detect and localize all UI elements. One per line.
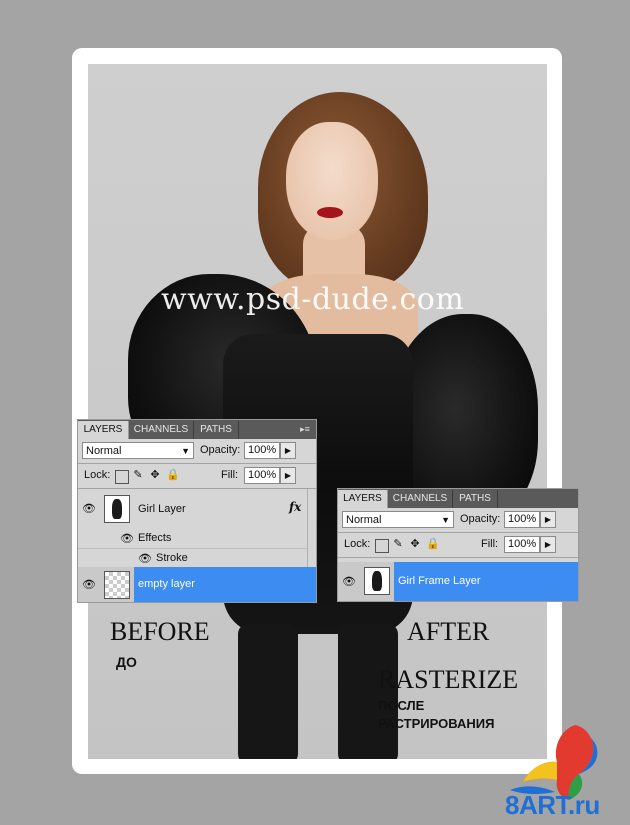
tab-channels[interactable]: CHANNELS — [129, 421, 194, 439]
divider — [338, 532, 578, 533]
layer-thumbnail — [104, 495, 130, 523]
watermark-text: www.psd-dude.com — [161, 282, 465, 317]
opacity-field[interactable]: 100% — [244, 442, 280, 459]
before-caption-ru: ДО — [116, 654, 137, 670]
opacity-label: Opacity: — [460, 513, 501, 525]
opacity-label: Opacity: — [200, 444, 241, 456]
face — [286, 122, 378, 240]
after-caption: AFTER — [407, 617, 490, 646]
layer-row[interactable]: 👁 empty layer — [78, 567, 316, 602]
lock-transparent-icon[interactable] — [375, 539, 389, 553]
fx-icon[interactable]: fx — [289, 500, 301, 514]
panel-menu-icon[interactable]: ▸≡ — [298, 423, 312, 435]
layers-panel-after: LAYERS CHANNELS PATHS Normal ▼ Opacity: … — [337, 488, 579, 602]
divider — [338, 557, 578, 558]
lock-transparent-icon[interactable] — [115, 470, 129, 484]
stroke-label: Stroke — [156, 552, 188, 564]
selected-layer-highlight[interactable]: empty layer — [134, 567, 316, 602]
divider — [78, 463, 316, 464]
fill-label: Fill: — [481, 538, 499, 550]
fill-slider-button[interactable]: ▶ — [280, 467, 296, 484]
layers-panel-before: LAYERS CHANNELS PATHS ▸≡ Normal ▼ Opacit… — [77, 419, 317, 603]
blend-mode-select[interactable]: Normal ▼ — [82, 442, 194, 459]
logo-text: 8ART.ru — [505, 790, 600, 820]
fill-field[interactable]: 100% — [504, 536, 540, 553]
lock-all-icon[interactable]: 🔒 — [166, 469, 180, 481]
layer-effects-row[interactable]: 👁 Effects — [78, 529, 316, 548]
after-caption-ru-1: ПОСЛЕ — [378, 698, 425, 713]
eye-icon[interactable]: 👁 — [340, 575, 358, 588]
eye-icon[interactable]: 👁 — [136, 552, 154, 565]
blend-mode-value: Normal — [346, 514, 382, 526]
opacity-field[interactable]: 100% — [504, 511, 540, 528]
lock-brush-icon[interactable]: ✎ — [392, 538, 404, 550]
effects-label: Effects — [138, 532, 172, 544]
lock-all-icon[interactable]: 🔒 — [426, 538, 440, 550]
layer-thumbnail — [364, 567, 390, 595]
opacity-slider-button[interactable]: ▶ — [540, 511, 556, 528]
before-caption: BEFORE — [110, 617, 210, 646]
tab-channels[interactable]: CHANNELS — [388, 490, 453, 508]
opacity-slider-button[interactable]: ▶ — [280, 442, 296, 459]
blend-mode-value: Normal — [86, 445, 122, 457]
layer-row[interactable]: 👁 Girl Layer fx — [78, 489, 316, 529]
tab-paths[interactable]: PATHS — [453, 490, 498, 508]
eye-icon[interactable]: 👁 — [118, 532, 136, 545]
lock-label: Lock: — [84, 469, 111, 481]
layer-row[interactable]: 👁 Girl Frame Layer — [338, 562, 578, 601]
lock-move-icon[interactable]: ✥ — [149, 469, 161, 481]
lock-label: Lock: — [344, 538, 371, 550]
lips — [317, 207, 343, 218]
scrollbar[interactable] — [307, 489, 316, 567]
layer-effect-stroke-row[interactable]: 👁 Stroke — [78, 548, 316, 568]
chevron-down-icon: ▼ — [181, 446, 190, 456]
tab-layers[interactable]: LAYERS — [78, 421, 129, 439]
fill-field[interactable]: 100% — [244, 467, 280, 484]
layer-name: Girl Frame Layer — [398, 575, 481, 587]
chevron-down-icon: ▼ — [441, 515, 450, 525]
model-photo: www.psd-dude.com — [88, 64, 547, 759]
panel-tabs: LAYERS CHANNELS PATHS ▸≡ — [78, 420, 316, 439]
blend-mode-select[interactable]: Normal ▼ — [342, 511, 454, 528]
rasterize-caption: RASTERIZE — [378, 665, 519, 694]
layer-thumbnail — [104, 571, 130, 599]
lock-brush-icon[interactable]: ✎ — [132, 469, 144, 481]
tab-layers[interactable]: LAYERS — [338, 490, 388, 508]
fill-label: Fill: — [221, 469, 239, 481]
selected-layer-highlight[interactable]: Girl Frame Layer — [394, 562, 578, 601]
lock-move-icon[interactable]: ✥ — [409, 538, 421, 550]
tab-paths[interactable]: PATHS — [194, 421, 239, 439]
eye-icon[interactable]: 👁 — [80, 502, 98, 515]
eye-icon[interactable]: 👁 — [80, 578, 98, 591]
fill-slider-button[interactable]: ▶ — [540, 536, 556, 553]
after-caption-ru-2: РАСТРИРОВАНИЯ — [378, 716, 495, 731]
layer-name: empty layer — [138, 578, 195, 590]
stocking-left — [238, 624, 298, 759]
panel-tabs: LAYERS CHANNELS PATHS — [338, 489, 578, 508]
layer-name[interactable]: Girl Layer — [138, 503, 186, 515]
